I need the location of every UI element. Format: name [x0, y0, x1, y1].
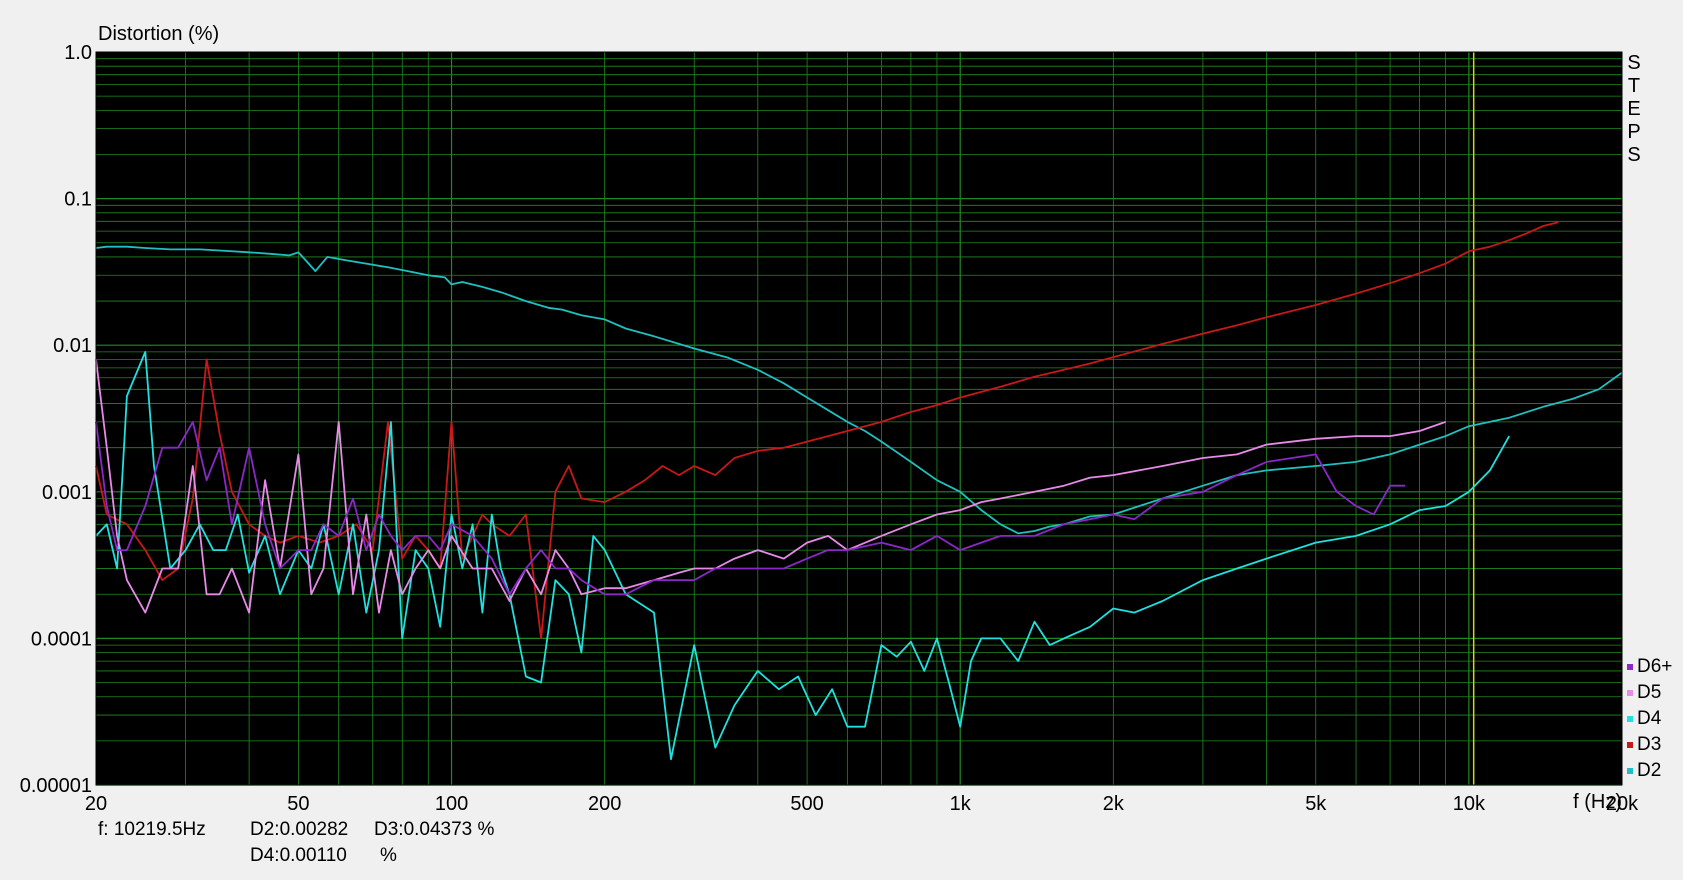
steps-letter: T	[1627, 75, 1641, 97]
legend-item[interactable]: D4	[1627, 708, 1661, 730]
readout-d3: D3:0.04373 %	[374, 819, 495, 840]
x-tick-label: 20	[85, 793, 107, 815]
y-tick-label: 1.0	[64, 42, 92, 64]
x-tick-label: 50	[287, 793, 309, 815]
legend-label: D3	[1637, 734, 1662, 755]
y-tick-labels: 1.0 0.1 0.01 0.001 0.0001 0.00001	[20, 42, 92, 797]
legend-item[interactable]: D2	[1627, 760, 1661, 782]
x-tick-label: 1k	[950, 793, 972, 815]
legend-swatch	[1627, 689, 1633, 696]
x-tick-label: 100	[435, 793, 468, 815]
x-tick-label: 200	[588, 793, 621, 815]
readout-d2: D2:0.00282	[250, 819, 349, 840]
steps-letter: S	[1627, 144, 1641, 166]
legend-label: D6+	[1637, 656, 1673, 677]
distortion-chart: 1.0 0.1 0.01 0.001 0.0001 0.00001 20 50 100 200 5…	[20, 23, 1639, 815]
readout-frequency: f: 10219.5Hz	[98, 819, 206, 840]
legend-label: D2	[1637, 760, 1662, 781]
y-tick-label: 0.0001	[31, 628, 92, 650]
x-tick-label: 2k	[1103, 793, 1125, 815]
x-tick-label: 5k	[1305, 793, 1327, 815]
y-tick-label: 0.00001	[20, 775, 92, 797]
legend-swatch	[1627, 663, 1633, 670]
legend-swatch	[1627, 767, 1633, 774]
steps-letter: S	[1627, 52, 1641, 74]
legend-label: D4	[1637, 708, 1662, 729]
x-axis-label: f (Hz)	[1573, 791, 1622, 813]
y-tick-label: 0.01	[53, 335, 92, 357]
chart-title: Distortion (%)	[98, 23, 219, 45]
legend-swatch	[1627, 715, 1633, 722]
legend-swatch	[1627, 741, 1633, 748]
x-tick-label: 10k	[1453, 793, 1486, 815]
steps-letter: E	[1627, 98, 1641, 120]
plot-background	[96, 52, 1622, 785]
x-tick-labels: 20 50 100 200 500 1k 2k 5k 10k 20k	[85, 793, 1639, 815]
y-tick-label: 0.1	[64, 189, 92, 211]
x-tick-label: 500	[790, 793, 823, 815]
legend-item[interactable]: D5	[1627, 682, 1661, 704]
y-tick-label: 0.001	[42, 482, 92, 504]
steps-letter: P	[1627, 121, 1641, 143]
legend-item[interactable]: D3	[1627, 734, 1661, 756]
legend-item[interactable]: D6+	[1627, 656, 1672, 678]
readout-d4-unit: %	[380, 845, 397, 866]
legend-label: D5	[1637, 682, 1662, 703]
readout-d4: D4:0.00110	[250, 845, 347, 866]
